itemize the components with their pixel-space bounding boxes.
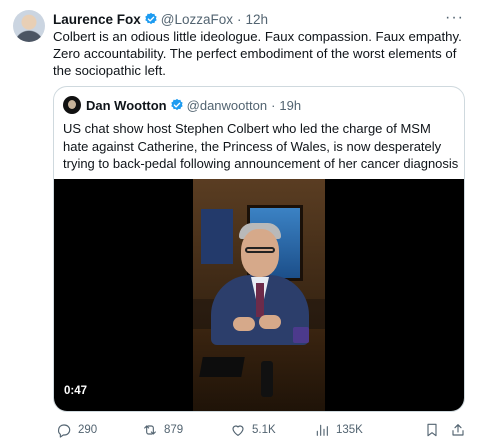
video-frame (193, 179, 325, 411)
bookmark-icon (427, 423, 437, 437)
quoted-tweet[interactable]: Dan Wootton @danwootton · 19h US chat sh… (53, 86, 465, 412)
video-duration: 0:47 (64, 385, 88, 397)
verified-badge-icon (145, 12, 157, 25)
more-options-icon[interactable]: ··· (445, 9, 464, 27)
quoted-author-handle: @danwootton (186, 97, 268, 113)
avatar[interactable] (13, 10, 45, 42)
quoted-timestamp: 19h (279, 97, 302, 113)
share-icon (452, 424, 464, 436)
action-bar: 290 879 5.1K 135K (46, 420, 474, 440)
quoted-tweet-header: Dan Wootton @danwootton · 19h (63, 96, 301, 114)
views-button[interactable]: 135K (314, 420, 363, 440)
quoted-tweet-text: US chat show host Stephen Colbert who le… (63, 121, 459, 171)
reply-button[interactable]: 290 (56, 420, 97, 440)
views-count: 135K (336, 424, 363, 436)
views-chart-icon (316, 424, 328, 436)
repost-icon (144, 425, 156, 435)
author-handle[interactable]: @LozzaFox (161, 12, 233, 27)
separator: · (237, 11, 242, 27)
quoted-avatar (63, 96, 81, 114)
tweet: Laurence Fox @LozzaFox · 12h ··· Colbert… (0, 0, 478, 446)
separator: · (271, 97, 276, 113)
tweet-header: Laurence Fox @LozzaFox · 12h ··· (53, 9, 464, 27)
verified-badge-icon (170, 98, 183, 111)
bookmark-button[interactable] (424, 420, 446, 440)
author-name[interactable]: Laurence Fox (53, 12, 141, 27)
heart-icon (232, 425, 244, 436)
video-player[interactable]: 0:47 (54, 179, 464, 411)
quoted-author-name: Dan Wootton (86, 97, 167, 113)
repost-count: 879 (164, 424, 184, 436)
timestamp[interactable]: 12h (246, 12, 269, 27)
reply-count: 290 (78, 424, 98, 436)
repost-button[interactable]: 879 (142, 420, 183, 440)
share-button[interactable] (450, 420, 472, 440)
like-button[interactable]: 5.1K (230, 420, 276, 440)
tweet-text: Colbert is an odious little ideologue. F… (53, 29, 462, 78)
like-count: 5.1K (252, 424, 276, 436)
reply-icon (58, 424, 71, 438)
